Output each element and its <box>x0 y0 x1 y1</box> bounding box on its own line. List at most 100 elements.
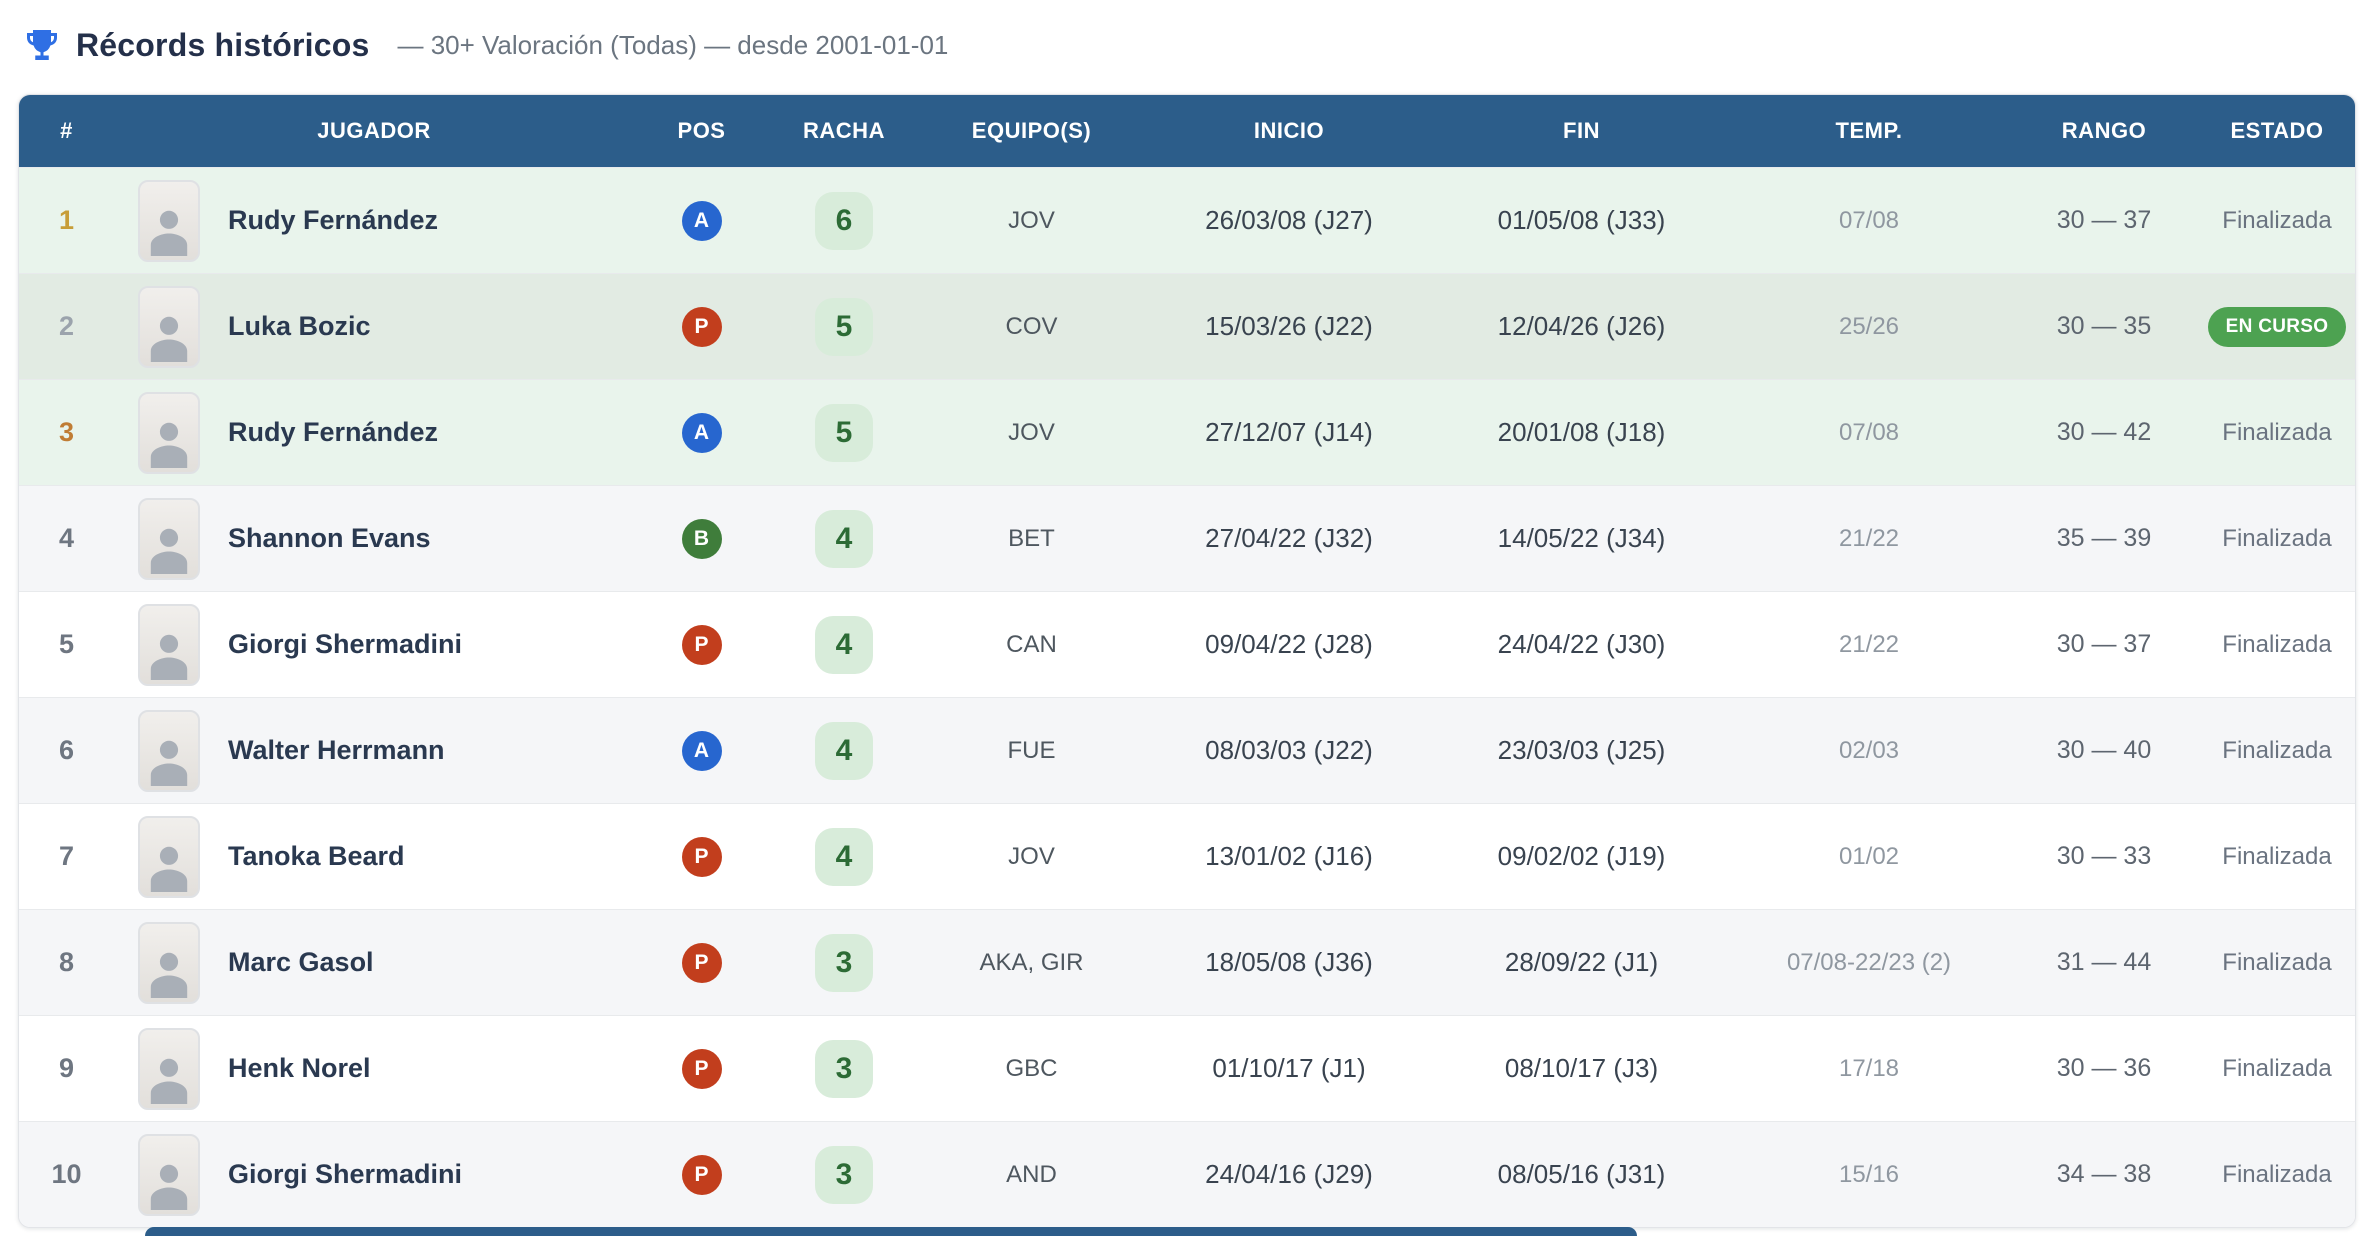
table-row[interactable]: 2 Luka Bozic P 5 COV 15/03/26 (J22) 12/0… <box>19 273 2355 379</box>
streak-badge: 5 <box>815 298 873 356</box>
teams-cell: BET <box>919 525 1144 553</box>
season-cell: 21/22 <box>1729 631 2009 659</box>
player-name[interactable]: Rudy Fernández <box>228 205 438 236</box>
range-cell: 31 — 44 <box>2009 948 2199 977</box>
streak-badge: 6 <box>815 192 873 250</box>
range-cell: 30 — 42 <box>2009 418 2199 447</box>
table-row[interactable]: 5 Giorgi Shermadini P 4 CAN 09/04/22 (J2… <box>19 591 2355 697</box>
player-cell: Walter Herrmann <box>114 710 634 792</box>
streak-cell: 3 <box>769 1146 919 1204</box>
column-header-pos: POS <box>634 118 769 144</box>
player-photo <box>138 816 200 898</box>
streak-badge: 4 <box>815 722 873 780</box>
rank-cell: 7 <box>19 841 114 872</box>
table-row[interactable]: 6 Walter Herrmann A 4 FUE 08/03/03 (J22)… <box>19 697 2355 803</box>
season-cell: 17/18 <box>1729 1055 2009 1083</box>
rank-cell: 8 <box>19 947 114 978</box>
column-header-season: TEMP. <box>1729 118 2009 144</box>
pos-badge: P <box>682 307 722 347</box>
player-name[interactable]: Luka Bozic <box>228 311 371 342</box>
streak-cell: 5 <box>769 404 919 462</box>
status-cell: EN CURSO <box>2199 307 2355 347</box>
rank-cell: 1 <box>19 205 114 236</box>
person-silhouette-icon <box>143 306 195 366</box>
pos-badge: A <box>682 413 722 453</box>
streak-badge: 3 <box>815 934 873 992</box>
table-row[interactable]: 1 Rudy Fernández A 6 JOV 26/03/08 (J27) … <box>19 167 2355 273</box>
season-cell: 07/08 <box>1729 419 2009 447</box>
table-row[interactable]: 7 Tanoka Beard P 4 JOV 13/01/02 (J16) 09… <box>19 803 2355 909</box>
end-cell: 20/01/08 (J18) <box>1434 417 1729 448</box>
rank-cell: 4 <box>19 523 114 554</box>
player-name[interactable]: Tanoka Beard <box>228 841 405 872</box>
teams-cell: CAN <box>919 631 1144 659</box>
range-cell: 30 — 35 <box>2009 312 2199 341</box>
pos-cell: A <box>634 731 769 771</box>
status-cell: Finalizada <box>2199 207 2355 235</box>
range-cell: 30 — 40 <box>2009 736 2199 765</box>
player-photo <box>138 180 200 262</box>
start-cell: 09/04/22 (J28) <box>1144 629 1434 660</box>
person-silhouette-icon <box>143 1154 195 1214</box>
end-cell: 01/05/08 (J33) <box>1434 205 1729 236</box>
player-name[interactable]: Giorgi Shermadini <box>228 629 462 660</box>
start-cell: 27/12/07 (J14) <box>1144 417 1434 448</box>
status-cell: Finalizada <box>2199 949 2355 977</box>
pos-cell: B <box>634 519 769 559</box>
player-cell: Shannon Evans <box>114 498 634 580</box>
page-header: Récords históricos — 30+ Valoración (Tod… <box>0 0 2374 68</box>
rank-cell: 10 <box>19 1159 114 1190</box>
teams-cell: JOV <box>919 419 1144 447</box>
player-photo <box>138 392 200 474</box>
rank-cell: 2 <box>19 311 114 342</box>
player-name[interactable]: Giorgi Shermadini <box>228 1159 462 1190</box>
status-cell: Finalizada <box>2199 631 2355 659</box>
range-cell: 30 — 37 <box>2009 630 2199 659</box>
player-cell: Rudy Fernández <box>114 392 634 474</box>
player-photo <box>138 922 200 1004</box>
player-name[interactable]: Walter Herrmann <box>228 735 445 766</box>
player-name[interactable]: Rudy Fernández <box>228 417 438 448</box>
player-cell: Rudy Fernández <box>114 180 634 262</box>
column-header-rank: # <box>19 118 114 144</box>
teams-cell: GBC <box>919 1055 1144 1083</box>
player-name[interactable]: Henk Norel <box>228 1053 371 1084</box>
player-name[interactable]: Marc Gasol <box>228 947 374 978</box>
status-cell: Finalizada <box>2199 1161 2355 1189</box>
streak-cell: 5 <box>769 298 919 356</box>
season-cell: 21/22 <box>1729 525 2009 553</box>
table-row[interactable]: 4 Shannon Evans B 4 BET 27/04/22 (J32) 1… <box>19 485 2355 591</box>
status-cell: Finalizada <box>2199 419 2355 447</box>
status-badge: EN CURSO <box>2208 307 2347 347</box>
player-cell: Henk Norel <box>114 1028 634 1110</box>
pos-cell: P <box>634 625 769 665</box>
range-cell: 35 — 39 <box>2009 524 2199 553</box>
table-row[interactable]: 3 Rudy Fernández A 5 JOV 27/12/07 (J14) … <box>19 379 2355 485</box>
start-cell: 27/04/22 (J32) <box>1144 523 1434 554</box>
player-name[interactable]: Shannon Evans <box>228 523 431 554</box>
start-cell: 24/04/16 (J29) <box>1144 1159 1434 1190</box>
end-cell: 08/05/16 (J31) <box>1434 1159 1729 1190</box>
pos-cell: A <box>634 413 769 453</box>
rank-cell: 3 <box>19 417 114 448</box>
start-cell: 18/05/08 (J36) <box>1144 947 1434 978</box>
person-silhouette-icon <box>143 412 195 472</box>
streak-badge: 4 <box>815 616 873 674</box>
person-silhouette-icon <box>143 200 195 260</box>
end-cell: 12/04/26 (J26) <box>1434 311 1729 342</box>
streak-cell: 6 <box>769 192 919 250</box>
end-cell: 14/05/22 (J34) <box>1434 523 1729 554</box>
person-silhouette-icon <box>143 942 195 1002</box>
teams-cell: COV <box>919 313 1144 341</box>
table-row[interactable]: 10 Giorgi Shermadini P 3 AND 24/04/16 (J… <box>19 1121 2355 1227</box>
table-header-row: # JUGADOR POS RACHA EQUIPO(S) INICIO FIN… <box>19 95 2355 167</box>
streak-badge: 4 <box>815 510 873 568</box>
table-row[interactable]: 8 Marc Gasol P 3 AKA, GIR 18/05/08 (J36)… <box>19 909 2355 1015</box>
pos-cell: A <box>634 201 769 241</box>
pos-cell: P <box>634 1049 769 1089</box>
teams-cell: AKA, GIR <box>919 949 1144 977</box>
table-row[interactable]: 9 Henk Norel P 3 GBC 01/10/17 (J1) 08/10… <box>19 1015 2355 1121</box>
status-cell: Finalizada <box>2199 525 2355 553</box>
season-cell: 02/03 <box>1729 737 2009 765</box>
pos-cell: P <box>634 1155 769 1195</box>
